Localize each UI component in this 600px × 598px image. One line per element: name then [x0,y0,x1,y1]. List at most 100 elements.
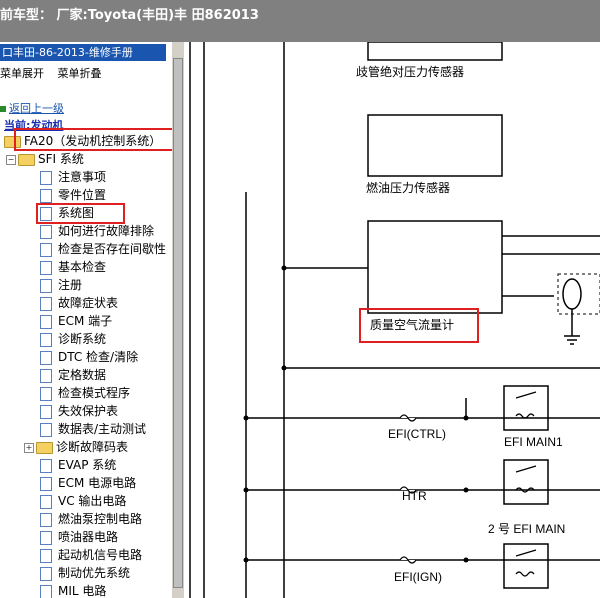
junction-dot [281,365,287,371]
tree-item-label: 起动机信号电路 [58,548,143,562]
tree-item-label: 制动优先系统 [58,566,131,580]
relay-label-main1: EFI MAIN1 [504,435,563,449]
tree-item-label: ECM 电源电路 [58,476,137,490]
sensor-element [562,278,582,310]
manual-title: 口丰田-86-2013-维修手册 [0,44,166,61]
sensor-box [367,220,503,314]
junction-dot [463,557,469,563]
tree-item-doc[interactable]: 零件位置 [40,186,106,204]
document-icon [40,188,52,203]
tree-item-label: 诊断系统 [58,332,107,346]
tree-item-doc[interactable]: 燃油泵控制电路 [40,510,142,528]
tree-item-doc[interactable]: ECM 端子 [40,312,112,330]
tree-item-doc[interactable]: 失效保护表 [40,402,118,420]
junction-dot [463,415,469,421]
junction-dot [243,557,249,563]
junction-dot [243,415,249,421]
tree-item-label: 喷油器电路 [58,530,119,544]
tree-item-doc[interactable]: 基本检查 [40,258,106,276]
tree-item-doc[interactable]: 如何进行故障排除 [40,222,154,240]
tree-item-label: EVAP 系统 [58,458,117,472]
tree-item-label: 失效保护表 [58,404,119,418]
tree-item-doc[interactable]: 注册 [40,276,82,294]
sensor-label-fuel: 燃油压力传感器 [366,180,450,195]
fuse-label-ctrl: EFI(CTRL) [388,427,446,441]
folder-icon [36,441,53,454]
title-bar: 前车型： 厂家:Toyota(丰田)丰 田862013 [0,0,600,42]
junction-dot [463,487,469,493]
document-icon [40,584,52,598]
tree-item-doc[interactable]: 数据表/主动测试 [40,420,146,438]
tree-item-doc[interactable]: ECM 电源电路 [40,474,136,492]
back-link[interactable]: 返回上一级 [0,100,64,116]
wiring-diagram: 歧管绝对压力传感器 燃油压力传感器 质量空气流量计 EFI(CTRL) EFI … [184,42,600,598]
sensor-label-map: 歧管绝对压力传感器 [356,64,464,79]
tree-item-label: 诊断故障码表 [56,440,129,454]
document-icon [40,242,52,257]
collapse-icon[interactable]: − [6,154,16,165]
diagram-canvas: 歧管绝对压力传感器 燃油压力传感器 质量空气流量计 EFI(CTRL) EFI … [189,42,600,598]
sensor-label-maf: 质量空气流量计 [370,317,454,332]
tree-item-doc[interactable]: 注意事项 [40,168,106,186]
tree-item-label: 零件位置 [58,188,107,202]
collapse-menu-button[interactable]: 菜单折叠 [58,67,102,80]
tree-item-doc[interactable]: 制动优先系统 [40,564,130,582]
tree-item-label: 定格数据 [58,368,107,382]
document-icon [40,404,52,419]
relay-label-main2: 2 号 EFI MAIN [488,522,565,536]
tree-item-label: SFI 系统 [38,152,84,166]
shield-boundary [557,273,600,315]
document-icon [40,296,52,311]
tree-item-doc[interactable]: MIL 电路 [40,582,106,598]
tree-item-label: 注意事项 [58,170,107,184]
sidebar: 口丰田-86-2013-维修手册 菜单展开 菜单折叠 返回上一级 当前:发动机 … [0,42,184,598]
document-icon [40,476,52,491]
menu-toolbar: 菜单展开 菜单折叠 [0,65,112,81]
back-link-label: 返回上一级 [9,102,64,115]
document-icon [40,278,52,293]
window-title: 前车型： 厂家:Toyota(丰田)丰 田862013 [0,8,259,23]
tree-item-doc[interactable]: DTC 检查/清除 [40,348,138,366]
tree-item-label: 故障症状表 [58,296,119,310]
tree-item-label: DTC 检查/清除 [58,350,139,364]
folder-open-icon [18,153,35,166]
tree-item-label: VC 输出电路 [58,494,127,508]
sensor-box [367,114,503,177]
relay-box [503,543,549,589]
relay-coil [515,571,535,577]
highlight-box [14,128,181,151]
fuse-symbol [399,414,417,422]
tree-item-doc[interactable]: VC 输出电路 [40,492,126,510]
tree-item-doc[interactable]: 检查模式程序 [40,384,130,402]
document-icon [40,260,52,275]
tree-item-doc[interactable]: 定格数据 [40,366,106,384]
sidebar-scrollbar[interactable] [172,42,184,598]
tree-item-sfi[interactable]: − SFI 系统 [6,150,84,168]
document-icon [40,566,52,581]
tree-item-doc[interactable]: 起动机信号电路 [40,546,142,564]
expand-icon[interactable]: + [24,442,34,453]
document-icon [40,494,52,509]
tree-item-doc[interactable]: 检查是否存在间歇性 [40,240,166,258]
document-icon [40,512,52,527]
tree-item-label: 数据表/主动测试 [58,422,147,436]
document-icon [40,224,52,239]
relay-switch [515,391,537,399]
back-icon [0,106,6,112]
document-icon [40,170,52,185]
tree-item-label: MIL 电路 [58,584,107,598]
sensor-box [367,42,503,61]
scrollbar-thumb[interactable] [173,58,183,588]
tree-item-dtc-chart[interactable]: + 诊断故障码表 [24,438,128,456]
tree-item-doc[interactable]: 故障症状表 [40,294,118,312]
tree-item-doc[interactable]: EVAP 系统 [40,456,116,474]
document-icon [40,332,52,347]
tree-item-doc[interactable]: 喷油器电路 [40,528,118,546]
fuse-symbol [399,556,417,564]
relay-box [503,385,549,431]
tree-item-label: 检查是否存在间歇性 [58,242,167,256]
document-icon [40,314,52,329]
expand-menu-button[interactable]: 菜单展开 [0,67,44,80]
tree-item-doc[interactable]: 诊断系统 [40,330,106,348]
junction-dot [281,265,287,271]
